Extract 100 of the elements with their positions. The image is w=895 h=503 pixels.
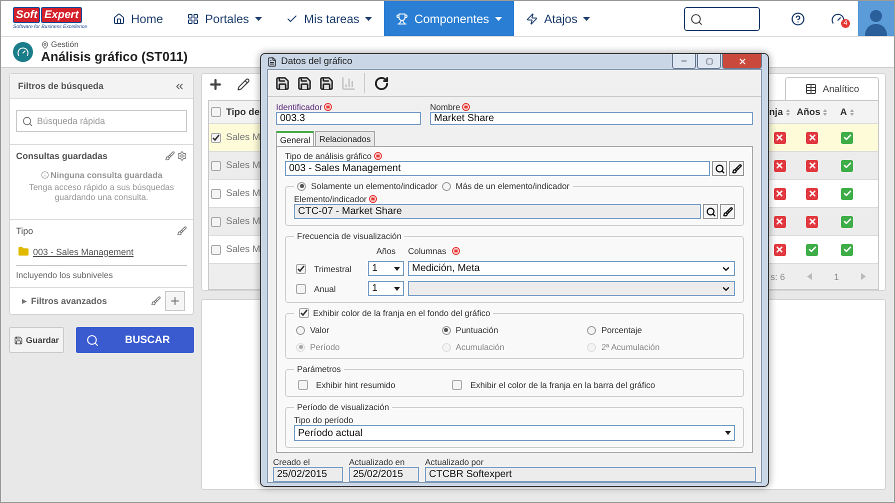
empty-title: Ninguna consulta guardada — [50, 170, 162, 180]
info-field: 25/02/2015 — [273, 467, 343, 482]
chart-type-field[interactable]: 003 - Sales Management — [285, 161, 710, 176]
group-title: Frecuencia de visualización — [297, 231, 402, 241]
table-icon — [804, 83, 817, 95]
nav-item[interactable]: Home — [101, 1, 176, 36]
checkbox-label: Exhibir el color de la franja en la barra del gráfico — [470, 380, 656, 390]
group-title: Período de visualización — [297, 402, 390, 412]
user-avatar[interactable] — [858, 1, 894, 36]
collapsed-icon[interactable] — [22, 298, 27, 304]
plus-icon — [169, 295, 181, 307]
radio-label: Porcentaje — [601, 325, 642, 335]
checkbox[interactable] — [296, 264, 306, 274]
checkbox[interactable] — [211, 216, 221, 226]
trophy-icon — [396, 12, 408, 24]
save-new-button[interactable] — [273, 74, 291, 92]
radio-button[interactable] — [442, 326, 451, 334]
columns-select[interactable]: Medición, Meta — [408, 261, 735, 276]
checkbox[interactable] — [452, 380, 462, 390]
checkbox-label: Exhibir hint resumido — [316, 380, 396, 390]
radio-label: Período — [310, 342, 340, 352]
tab[interactable]: Relacionados — [315, 131, 375, 147]
search-icon — [22, 116, 33, 126]
refresh-button[interactable] — [372, 74, 390, 92]
caret-icon — [394, 266, 400, 270]
nav-item[interactable]: Componentes — [384, 1, 514, 36]
field-label: Tipo de análisis gráfico — [285, 151, 372, 161]
radio-button[interactable] — [587, 326, 596, 334]
nav-item[interactable]: Portales — [175, 1, 274, 36]
search-button[interactable] — [703, 204, 718, 219]
brush-icon[interactable] — [151, 296, 161, 306]
type-note: Incluyendo los subniveles — [16, 265, 187, 280]
radio-label: Valor — [310, 325, 330, 335]
save-close-button[interactable] — [317, 74, 335, 92]
column-header[interactable]: A — [831, 106, 863, 118]
breadcrumb[interactable]: Gestión — [41, 40, 188, 49]
clear-button[interactable] — [729, 161, 744, 176]
add-icon[interactable] — [208, 77, 223, 92]
radio-button[interactable] — [296, 326, 305, 334]
column-header[interactable]: Años — [793, 106, 831, 118]
field-label: Creado el — [273, 456, 310, 466]
search-button[interactable] — [712, 161, 727, 176]
minimize-button[interactable] — [672, 54, 696, 69]
table-cell-text: Sales M — [225, 244, 262, 255]
identifier-field[interactable]: 003.3 — [276, 112, 421, 125]
radio-button[interactable] — [297, 182, 306, 190]
radio-label: Acumulación — [456, 342, 504, 352]
years-select[interactable]: 1 — [368, 261, 404, 276]
logo-text: Expert — [41, 7, 82, 23]
search-field[interactable] — [684, 7, 760, 31]
view-tab[interactable]: Analítico — [785, 77, 879, 100]
search-icon — [86, 334, 99, 346]
field-label: Elemento/indicador — [294, 194, 367, 204]
sort-icon — [786, 108, 790, 116]
checkbox[interactable] — [211, 188, 221, 198]
info-field: CTCBR Softexpert — [425, 467, 756, 482]
column-label: Años — [376, 246, 396, 256]
panel-title: Filtros de búsqueda — [18, 81, 104, 91]
caret-icon — [725, 431, 731, 435]
grid-icon — [187, 12, 200, 24]
checkbox[interactable] — [298, 380, 308, 390]
checkbox[interactable] — [211, 160, 221, 170]
pin-icon — [41, 40, 49, 48]
help-icon — [791, 12, 805, 26]
field-label: Actualizado en — [349, 456, 405, 466]
save-button[interactable]: Guardar — [9, 327, 64, 353]
table-cell-text: Sales M — [225, 216, 262, 227]
radio-button[interactable] — [442, 182, 451, 190]
collapse-icon[interactable] — [174, 80, 185, 92]
checkbox-label: Exhibir color de la franja en el fondo del gráfico — [313, 308, 490, 318]
type-link[interactable]: 003 - Sales Management — [18, 246, 185, 257]
brush-icon[interactable] — [177, 226, 187, 236]
nav-item[interactable]: Atajos — [514, 1, 602, 36]
checkbox[interactable] — [299, 308, 309, 318]
nav-item[interactable]: Mis tareas — [274, 1, 384, 36]
checkbox[interactable] — [211, 244, 221, 254]
advanced-filters-label[interactable]: Filtros avanzados — [31, 296, 147, 306]
column-header[interactable]: Tipo de — [223, 106, 263, 118]
tab[interactable]: General — [276, 131, 314, 147]
period-select[interactable]: Período actual — [294, 425, 735, 441]
column-label: Columnas — [408, 246, 446, 256]
save-button[interactable] — [295, 74, 313, 92]
clear-button[interactable] — [720, 204, 735, 219]
checkbox[interactable] — [211, 107, 221, 117]
checkbox[interactable] — [211, 132, 221, 142]
search-button[interactable]: BUSCAR — [76, 327, 194, 353]
add-button[interactable] — [165, 291, 185, 311]
brush-icon[interactable] — [165, 151, 175, 161]
column-header[interactable]: nja — [766, 106, 793, 118]
section-title: Consultas guardadas — [16, 151, 108, 161]
edit-icon[interactable] — [237, 78, 250, 91]
sort-icon — [823, 108, 828, 116]
checkbox-label: Trimestral — [314, 264, 352, 274]
name-field[interactable]: Market Share — [430, 112, 753, 125]
home-icon — [113, 12, 125, 24]
record-count: s: 6 — [770, 272, 785, 282]
maximize-button[interactable] — [697, 54, 721, 69]
gauge-icon — [831, 12, 845, 26]
settings-icon[interactable] — [177, 151, 187, 161]
close-button[interactable] — [722, 54, 762, 69]
